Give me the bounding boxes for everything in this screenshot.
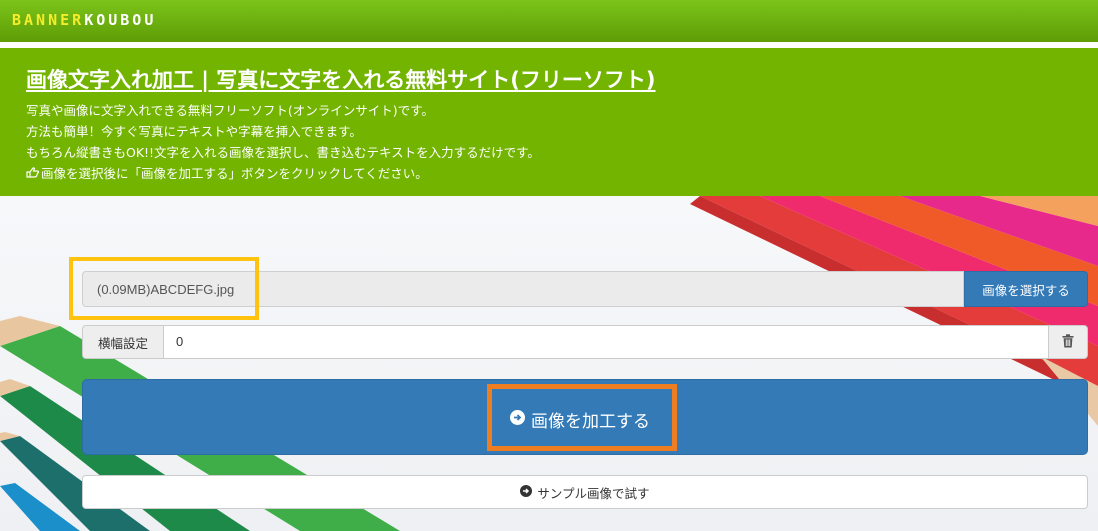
- highlight-box-file: [69, 257, 259, 320]
- description-line: 写真や画像に文字入れできる無料フリーソフト(オンラインサイト)です。: [26, 103, 434, 118]
- logo-part1: BANNER: [12, 11, 85, 29]
- select-image-button[interactable]: 画像を選択する: [964, 271, 1088, 307]
- hand-pointer-icon: [26, 163, 40, 184]
- description-line-instruction: 画像を選択後に「画像を加工する」ボタンをクリックしてください。: [26, 163, 540, 184]
- page-header: 画像文字入れ加工 | 写真に文字を入れる無料サイト(フリーソフト) 写真や画像に…: [0, 48, 1098, 196]
- top-bar: BANNERKOUBOU: [0, 0, 1098, 42]
- page-description: 写真や画像に文字入れできる無料フリーソフト(オンラインサイト)です。 方法も簡単…: [26, 100, 540, 184]
- instruction-text: 画像を選択後に「画像を加工する」ボタンをクリックしてください。: [41, 166, 428, 181]
- try-sample-button[interactable]: サンプル画像で試す: [82, 475, 1088, 509]
- arrow-circle-right-icon: [520, 484, 533, 500]
- highlight-box-process: [487, 384, 677, 451]
- site-logo[interactable]: BANNERKOUBOU: [12, 11, 156, 29]
- page-title[interactable]: 画像文字入れ加工 | 写真に文字を入れる無料サイト(フリーソフト): [26, 64, 656, 94]
- try-sample-label: サンプル画像で試す: [537, 485, 650, 501]
- logo-part2: KOUBOU: [84, 11, 157, 29]
- clear-width-button[interactable]: [1048, 325, 1088, 359]
- width-setting-group: 横幅設定 0: [82, 325, 1088, 359]
- trash-icon: [1062, 333, 1074, 352]
- description-line: もちろん縦書きもOK!!文字を入れる画像を選択し、書き込むテキストを入力するだけ…: [26, 145, 540, 160]
- width-input[interactable]: 0: [163, 325, 1049, 359]
- width-setting-label: 横幅設定: [82, 325, 164, 359]
- description-line: 方法も簡単！今すぐ写真にテキストや字幕を挿入できます。: [26, 124, 362, 139]
